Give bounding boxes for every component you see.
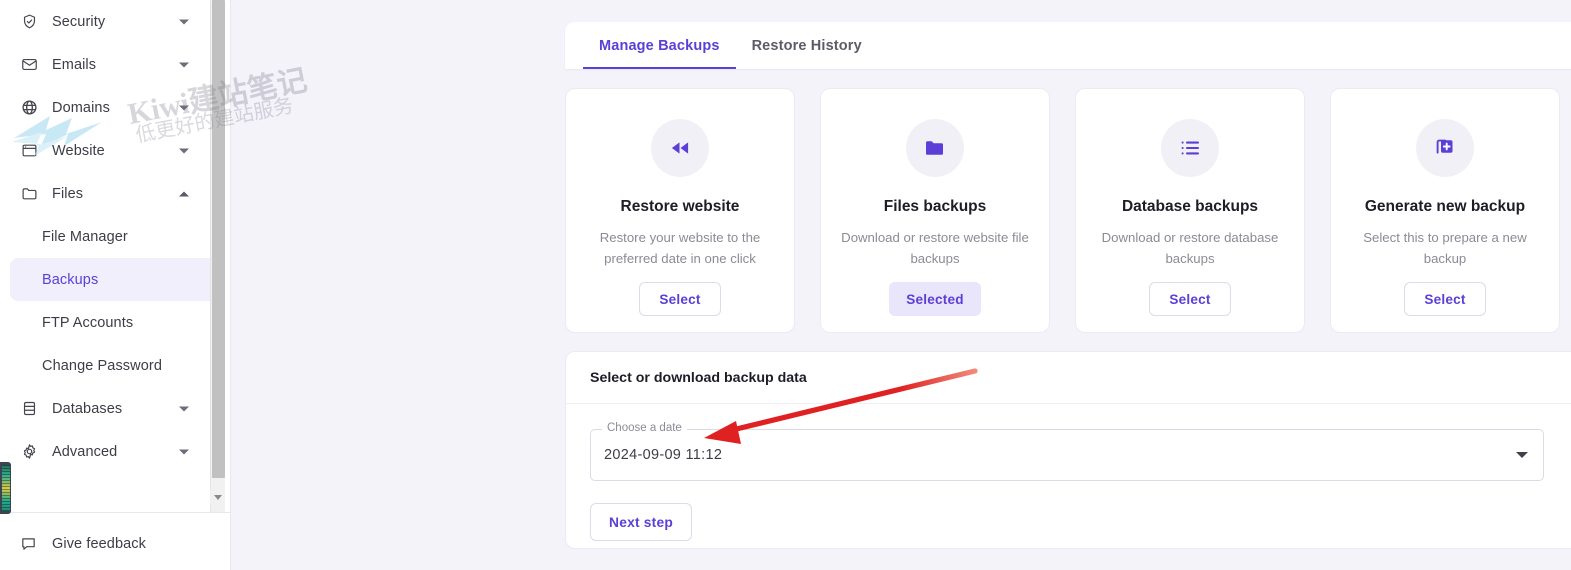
sidebar-item-label: Advanced	[52, 443, 118, 460]
backup-data-panel: Select or download backup data Choose a …	[565, 351, 1571, 549]
sidebar-subitem-label: Backups	[42, 271, 99, 288]
tabs-card: Manage Backups Restore History	[565, 22, 1571, 69]
card-title: Database backups	[1121, 198, 1259, 215]
sidebar-item-file-manager[interactable]: File Manager	[10, 215, 221, 258]
tab-restore-history[interactable]: Restore History	[736, 22, 878, 69]
gear-icon	[20, 443, 38, 461]
sidebar: Security Emails Domains Website Files Fi…	[0, 0, 231, 570]
sidebar-item-label: Emails	[52, 56, 97, 73]
chevron-down-icon[interactable]	[179, 105, 189, 110]
sidebar-scrollbar-track[interactable]	[210, 0, 225, 512]
sidebar-item-label: Databases	[52, 400, 123, 417]
browser-icon	[20, 142, 38, 160]
edge-level-meter-bars	[2, 465, 10, 511]
sidebar-item-files[interactable]: Files	[0, 172, 231, 215]
chevron-down-icon[interactable]	[1516, 452, 1528, 458]
card-description: Download or restore website file backups	[841, 230, 1029, 266]
sidebar-item-website[interactable]: Website	[0, 129, 231, 172]
card-title: Restore website	[620, 198, 740, 215]
chevron-down-icon[interactable]	[179, 148, 189, 153]
card-restore-website[interactable]: Restore website Restore your website to …	[565, 88, 795, 333]
list-icon	[1161, 119, 1219, 177]
sidebar-item-databases[interactable]: Databases	[0, 387, 231, 430]
sidebar-divider	[0, 512, 230, 513]
tab-label: Restore History	[751, 37, 862, 54]
envelope-icon	[20, 56, 38, 74]
add-copy-icon	[1416, 119, 1474, 177]
next-step-button[interactable]: Next step	[590, 503, 692, 541]
rewind-icon	[651, 119, 709, 177]
backup-option-cards: Restore website Restore your website to …	[565, 88, 1571, 333]
chevron-up-icon[interactable]	[179, 191, 189, 196]
sidebar-item-label: Domains	[52, 99, 110, 116]
field-outline	[590, 429, 1544, 481]
card-select-button[interactable]: Select	[639, 282, 721, 316]
sidebar-subitem-label: Change Password	[42, 357, 162, 374]
folder-icon	[20, 185, 38, 203]
triangle-down-icon	[213, 495, 222, 500]
sidebar-item-label: Files	[52, 185, 84, 202]
choose-a-date-value: 2024-09-09 11:12	[604, 447, 723, 463]
sidebar-subitem-label: FTP Accounts	[42, 314, 134, 331]
database-icon	[20, 400, 38, 418]
chat-bubble-icon	[20, 535, 38, 553]
shield-check-icon	[20, 13, 38, 31]
tab-label: Manage Backups	[599, 37, 720, 54]
sidebar-item-emails[interactable]: Emails	[0, 43, 231, 86]
chevron-down-icon[interactable]	[179, 449, 189, 454]
card-select-button[interactable]: Select	[1404, 282, 1486, 316]
chevron-down-icon[interactable]	[179, 62, 189, 67]
card-title: Generate new backup	[1364, 198, 1526, 215]
chevron-down-icon[interactable]	[179, 406, 189, 411]
edge-level-meter	[0, 462, 11, 514]
give-feedback-label: Give feedback	[52, 536, 146, 552]
sidebar-item-label: Website	[52, 142, 105, 159]
sidebar-item-backups[interactable]: Backups	[10, 258, 221, 301]
give-feedback-button[interactable]: Give feedback	[0, 524, 146, 564]
main-content: Manage Backups Restore History Restore w…	[231, 0, 1571, 570]
sidebar-scrollbar-thumb[interactable]	[212, 0, 225, 478]
panel-title: Select or download backup data	[566, 352, 1571, 404]
sidebar-item-security[interactable]: Security	[0, 0, 231, 43]
app-root: Security Emails Domains Website Files Fi…	[0, 0, 1571, 570]
sidebar-nav: Security Emails Domains Website Files Fi…	[0, 0, 231, 473]
card-select-button[interactable]: Select	[1149, 282, 1231, 316]
globe-icon	[20, 99, 38, 117]
card-title: Files backups	[883, 198, 987, 215]
sidebar-subitem-label: File Manager	[42, 228, 128, 245]
choose-a-date-field[interactable]: Choose a date 2024-09-09 11:12	[590, 422, 1544, 481]
sidebar-item-label: Security	[52, 13, 106, 30]
tabs-row: Manage Backups Restore History	[565, 22, 1571, 69]
sidebar-item-domains[interactable]: Domains	[0, 86, 231, 129]
card-description: Restore your website to the preferred da…	[599, 230, 761, 266]
card-description: Select this to prepare a new backup	[1363, 230, 1527, 266]
tab-manage-backups[interactable]: Manage Backups	[583, 22, 736, 69]
panel-body: Choose a date 2024-09-09 11:12 Next step	[566, 404, 1571, 541]
folder-filled-icon	[906, 119, 964, 177]
card-files-backups[interactable]: Files backups Download or restore websit…	[820, 88, 1050, 333]
sidebar-item-ftp-accounts[interactable]: FTP Accounts	[10, 301, 221, 344]
sidebar-scroll-down-button[interactable]	[210, 490, 225, 505]
card-description: Download or restore database backups	[1101, 230, 1279, 266]
card-generate-new-backup[interactable]: Generate new backup Select this to prepa…	[1330, 88, 1560, 333]
sidebar-item-change-password[interactable]: Change Password	[10, 344, 221, 387]
sidebar-item-advanced[interactable]: Advanced	[0, 430, 231, 473]
chevron-down-icon[interactable]	[179, 19, 189, 24]
card-database-backups[interactable]: Database backups Download or restore dat…	[1075, 88, 1305, 333]
sidebar-scroll-area: Security Emails Domains Website Files Fi…	[0, 0, 231, 512]
card-select-button[interactable]: Selected	[889, 282, 981, 316]
